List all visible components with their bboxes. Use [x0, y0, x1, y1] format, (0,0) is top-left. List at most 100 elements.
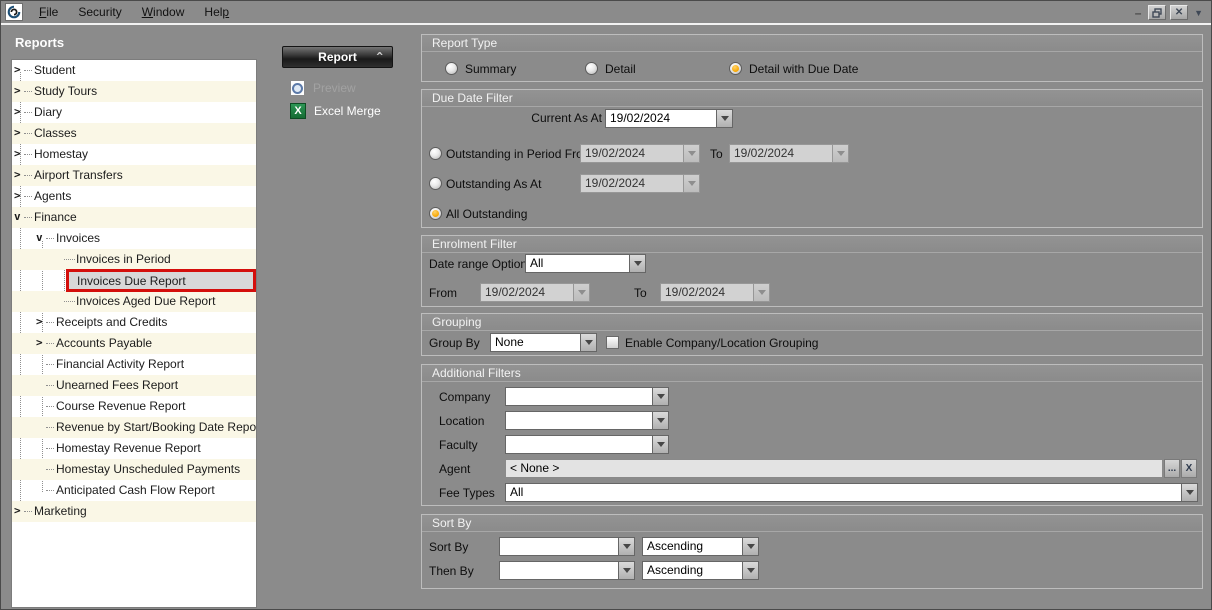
menu-security[interactable]: Security — [68, 5, 131, 19]
then-by-dropdown-icon[interactable] — [618, 561, 635, 580]
tree-item-label: Receipts and Credits — [56, 315, 167, 329]
faculty-label: Faculty — [439, 436, 478, 454]
group-due-date-filter: Due Date Filter Current As At 19/02/2024… — [421, 89, 1203, 228]
radio-all-outstanding[interactable] — [429, 207, 442, 220]
tree-item-invoices-due-report[interactable]: Invoices Due Report — [12, 270, 256, 291]
fee-types-dropdown-icon[interactable] — [1181, 483, 1198, 502]
date-range-dropdown-icon[interactable] — [629, 254, 646, 273]
tree-item-revenue-by-start-booking-date-report[interactable]: Revenue by Start/Booking Date Report — [12, 417, 256, 438]
tree-item-student[interactable]: >Student — [12, 60, 256, 81]
current-as-at-dropdown-icon[interactable] — [716, 109, 733, 128]
tree-connector-stub — [46, 406, 54, 407]
radio-summary-label[interactable]: Summary — [465, 60, 516, 78]
menu-help[interactable]: Help — [194, 5, 239, 19]
expand-node-icon[interactable]: > — [14, 105, 21, 119]
fee-types-value[interactable]: All — [505, 483, 1181, 502]
then-direction-value[interactable]: Ascending — [642, 561, 742, 580]
radio-detail-with-due-date-label[interactable]: Detail with Due Date — [749, 60, 858, 78]
agent-clear-button[interactable]: X — [1181, 459, 1197, 478]
tree-item-airport-transfers[interactable]: >Airport Transfers — [12, 165, 256, 186]
tree-item-study-tours[interactable]: >Study Tours — [12, 81, 256, 102]
company-dropdown-icon[interactable] — [652, 387, 669, 406]
agent-browse-button[interactable]: ... — [1164, 459, 1180, 478]
radio-detail-with-due-date[interactable] — [729, 62, 742, 75]
sort-direction-dropdown-icon[interactable] — [742, 537, 759, 556]
tree-item-financial-activity-report[interactable]: Financial Activity Report — [12, 354, 256, 375]
outstanding-in-period-label[interactable]: Outstanding in Period Fror — [446, 145, 587, 163]
menu-file[interactable]: File — [29, 5, 68, 19]
tree-item-invoices-aged-due-report[interactable]: Invoices Aged Due Report — [12, 291, 256, 312]
tree-item-invoices-in-period[interactable]: Invoices in Period — [12, 249, 256, 270]
tree-connector-stub — [64, 301, 75, 302]
collapse-node-icon[interactable]: v — [14, 210, 21, 224]
menu-window[interactable]: Window — [132, 5, 195, 19]
report-panel-header[interactable]: Report ^ — [282, 46, 393, 68]
tree-item-invoices[interactable]: vInvoices — [12, 228, 256, 249]
tree-item-accounts-payable[interactable]: >Accounts Payable — [12, 333, 256, 354]
date-range-option-combo: All — [525, 254, 646, 273]
expand-node-icon[interactable]: > — [14, 84, 21, 98]
restore-button[interactable] — [1148, 5, 1166, 20]
tree-item-course-revenue-report[interactable]: Course Revenue Report — [12, 396, 256, 417]
group-by-dropdown-icon[interactable] — [580, 333, 597, 352]
faculty-value[interactable] — [505, 435, 652, 454]
enable-grouping-label[interactable]: Enable Company/Location Grouping — [625, 334, 818, 352]
tree-item-homestay-revenue-report[interactable]: Homestay Revenue Report — [12, 438, 256, 459]
expand-node-icon[interactable]: > — [14, 189, 21, 203]
radio-detail[interactable] — [585, 62, 598, 75]
collapse-chevron-icon[interactable]: ^ — [376, 50, 383, 63]
sort-direction-value[interactable]: Ascending — [642, 537, 742, 556]
sort-by-combo — [499, 537, 635, 556]
excel-merge-button[interactable]: X Excel Merge — [290, 102, 381, 119]
sort-by-value[interactable] — [499, 537, 618, 556]
location-dropdown-icon[interactable] — [652, 411, 669, 430]
expand-node-icon[interactable]: > — [36, 315, 43, 329]
tree-item-classes[interactable]: >Classes — [12, 123, 256, 144]
agent-value[interactable]: < None > — [505, 459, 1163, 478]
all-outstanding-label[interactable]: All Outstanding — [446, 205, 527, 223]
sort-direction-combo: Ascending — [642, 537, 759, 556]
faculty-dropdown-icon[interactable] — [652, 435, 669, 454]
date-range-option-value[interactable]: All — [525, 254, 629, 273]
radio-summary[interactable] — [445, 62, 458, 75]
expand-node-icon[interactable]: > — [14, 504, 21, 518]
close-button[interactable]: ✕ — [1170, 5, 1188, 20]
then-by-value[interactable] — [499, 561, 618, 580]
tree-item-homestay[interactable]: >Homestay — [12, 144, 256, 165]
tree-item-unearned-fees-report[interactable]: Unearned Fees Report — [12, 375, 256, 396]
outstanding-as-at-date-value: 19/02/2024 — [580, 174, 683, 193]
expand-node-icon[interactable]: > — [36, 336, 43, 350]
company-value[interactable] — [505, 387, 652, 406]
preview-label: Preview — [313, 81, 356, 95]
tree-item-finance[interactable]: vFinance — [12, 207, 256, 228]
sort-by-dropdown-icon[interactable] — [618, 537, 635, 556]
expand-node-icon[interactable]: > — [14, 63, 21, 77]
location-value[interactable] — [505, 411, 652, 430]
location-label: Location — [439, 412, 484, 430]
enable-grouping-checkbox[interactable] — [606, 336, 619, 349]
tree-item-agents[interactable]: >Agents — [12, 186, 256, 207]
radio-outstanding-as-at[interactable] — [429, 177, 442, 190]
expand-node-icon[interactable]: > — [14, 147, 21, 161]
tree-item-homestay-unscheduled-payments[interactable]: Homestay Unscheduled Payments — [12, 459, 256, 480]
outstanding-as-at-label[interactable]: Outstanding As At — [446, 175, 541, 193]
minimize-button[interactable]: – — [1132, 6, 1144, 20]
radio-detail-label[interactable]: Detail — [605, 60, 636, 78]
current-as-at-date-value[interactable]: 19/02/2024 — [605, 109, 716, 128]
tree-item-marketing[interactable]: >Marketing — [12, 501, 256, 522]
app-logo-icon — [5, 3, 23, 21]
expand-node-icon[interactable]: > — [14, 126, 21, 140]
window-menu-arrow-icon[interactable]: ▼ — [1192, 8, 1203, 18]
collapse-node-icon[interactable]: v — [36, 231, 43, 245]
radio-outstanding-in-period[interactable] — [429, 147, 442, 160]
tree-item-diary[interactable]: >Diary — [12, 102, 256, 123]
tree-item-anticipated-cash-flow-report[interactable]: Anticipated Cash Flow Report — [12, 480, 256, 501]
then-direction-dropdown-icon[interactable] — [742, 561, 759, 580]
company-label: Company — [439, 388, 490, 406]
group-by-value[interactable]: None — [490, 333, 580, 352]
enrolment-to-label: To — [634, 284, 647, 302]
selected-tree-item-highlight[interactable]: Invoices Due Report — [66, 269, 256, 292]
group-enrolment-filter: Enrolment Filter Date range Option All F… — [421, 235, 1203, 307]
expand-node-icon[interactable]: > — [14, 168, 21, 182]
tree-item-receipts-and-credits[interactable]: > Receipts and Credits — [12, 312, 256, 333]
